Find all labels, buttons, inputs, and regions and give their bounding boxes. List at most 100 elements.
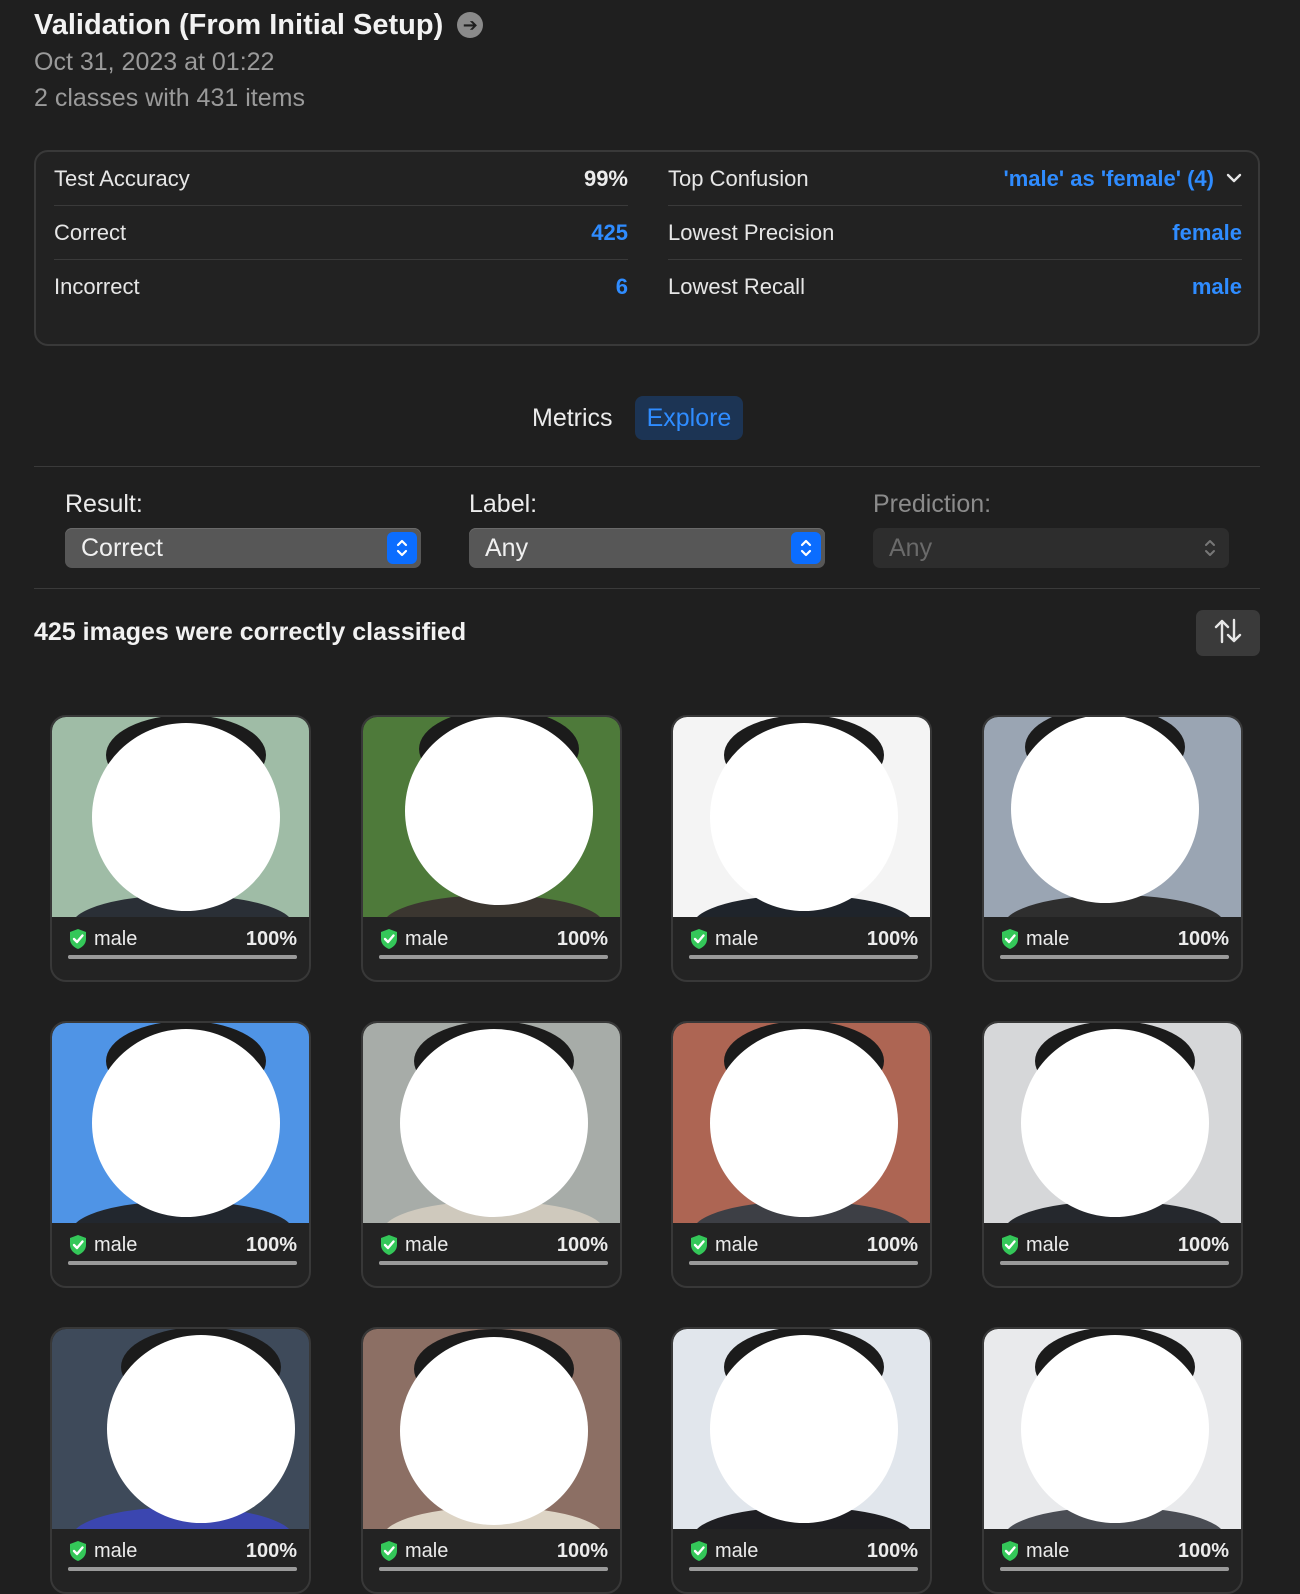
class-label: male bbox=[379, 1234, 448, 1257]
confidence-value: 100% bbox=[866, 927, 918, 950]
checkmark-shield-icon bbox=[691, 1235, 707, 1255]
chevron-down-icon[interactable] bbox=[1226, 168, 1242, 189]
result-card[interactable]: male 100% bbox=[50, 1021, 311, 1288]
card-info: male 100% bbox=[1000, 1229, 1229, 1261]
class-label: male bbox=[379, 928, 448, 951]
correct-row: Correct 425 bbox=[54, 206, 628, 260]
card-info: male 100% bbox=[379, 1229, 608, 1261]
class-label: male bbox=[689, 928, 758, 951]
confidence-bar-fill bbox=[689, 1567, 918, 1571]
result-card[interactable]: male 100% bbox=[50, 1327, 311, 1594]
lowest-recall-label: Lowest Recall bbox=[668, 274, 805, 299]
checkmark-shield-icon bbox=[1002, 1235, 1018, 1255]
top-confusion-popup[interactable]: 'male' as 'female' (4) bbox=[1004, 166, 1242, 192]
thumbnail-image bbox=[673, 1329, 930, 1529]
card-info: male 100% bbox=[1000, 923, 1229, 955]
class-name: male bbox=[1026, 1233, 1070, 1256]
class-name: male bbox=[405, 1233, 449, 1256]
confidence-value: 100% bbox=[245, 1539, 297, 1562]
result-card[interactable]: male 100% bbox=[361, 1021, 622, 1288]
class-name: male bbox=[94, 1539, 138, 1562]
result-card[interactable]: male 100% bbox=[361, 715, 622, 982]
thumbnail-image bbox=[984, 1023, 1241, 1223]
label-select[interactable]: Any bbox=[469, 528, 825, 568]
card-info: male 100% bbox=[689, 1229, 918, 1261]
incorrect-count-link[interactable]: 6 bbox=[616, 274, 628, 300]
face-redaction-circle bbox=[710, 723, 898, 911]
test-accuracy-label: Test Accuracy bbox=[54, 165, 190, 191]
divider bbox=[34, 466, 1260, 467]
result-select-value: Correct bbox=[81, 533, 163, 562]
confidence-bar-fill bbox=[379, 1567, 608, 1571]
top-confusion-value[interactable]: 'male' as 'female' (4) bbox=[1004, 166, 1214, 192]
class-label: male bbox=[379, 1540, 448, 1563]
result-select[interactable]: Correct bbox=[65, 528, 421, 568]
checkmark-shield-icon bbox=[70, 1541, 86, 1561]
class-name: male bbox=[94, 1233, 138, 1256]
class-label: male bbox=[689, 1540, 758, 1563]
confidence-value: 100% bbox=[556, 927, 608, 950]
updown-chevron-icon bbox=[387, 532, 417, 564]
page-title: Validation (From Initial Setup) bbox=[34, 8, 444, 41]
confidence-bar bbox=[1000, 1567, 1229, 1571]
prediction-filter-label: Prediction: bbox=[873, 490, 992, 518]
tab-explore[interactable]: Explore bbox=[634, 396, 744, 440]
card-info: male 100% bbox=[689, 923, 918, 955]
confidence-bar bbox=[68, 955, 297, 959]
card-info: male 100% bbox=[379, 1535, 608, 1567]
confidence-value: 100% bbox=[245, 1233, 297, 1256]
correct-label: Correct bbox=[54, 219, 127, 245]
confidence-bar-fill bbox=[68, 1567, 297, 1571]
prediction-select-value: Any bbox=[889, 533, 933, 562]
result-card[interactable]: male 100% bbox=[982, 715, 1243, 982]
class-name: male bbox=[405, 927, 449, 950]
confidence-bar-fill bbox=[379, 955, 608, 959]
header: Validation (From Initial Setup) ➔ Oct 31… bbox=[34, 6, 484, 116]
confidence-value: 100% bbox=[1177, 1539, 1229, 1562]
card-info: male 100% bbox=[1000, 1535, 1229, 1567]
lowest-recall-link[interactable]: male bbox=[1192, 274, 1242, 300]
result-card[interactable]: male 100% bbox=[671, 1327, 932, 1594]
class-label: male bbox=[68, 928, 137, 951]
result-card[interactable]: male 100% bbox=[982, 1021, 1243, 1288]
confidence-bar-fill bbox=[1000, 1567, 1229, 1571]
label-filter: Label: Any bbox=[469, 490, 825, 568]
result-card[interactable]: male 100% bbox=[671, 715, 932, 982]
confidence-bar bbox=[68, 1567, 297, 1571]
result-card[interactable]: male 100% bbox=[361, 1327, 622, 1594]
face-redaction-circle bbox=[710, 1335, 898, 1523]
confidence-bar-fill bbox=[379, 1261, 608, 1265]
correct-count-link[interactable]: 425 bbox=[591, 220, 628, 246]
card-info: male 100% bbox=[379, 923, 608, 955]
checkmark-shield-icon bbox=[691, 1541, 707, 1561]
checkmark-shield-icon bbox=[70, 929, 86, 949]
card-info: male 100% bbox=[689, 1535, 918, 1567]
thumbnail-image bbox=[984, 717, 1241, 917]
checkmark-shield-icon bbox=[381, 929, 397, 949]
updown-chevron-icon bbox=[1195, 532, 1225, 564]
card-info: male 100% bbox=[68, 923, 297, 955]
checkmark-shield-icon bbox=[381, 1235, 397, 1255]
confidence-bar bbox=[689, 1567, 918, 1571]
face-redaction-circle bbox=[92, 1029, 280, 1217]
confidence-bar bbox=[1000, 955, 1229, 959]
card-info: male 100% bbox=[68, 1535, 297, 1567]
face-redaction-circle bbox=[710, 1029, 898, 1217]
face-redaction-circle bbox=[400, 1337, 588, 1525]
top-confusion-label: Top Confusion bbox=[668, 165, 809, 191]
lowest-precision-link[interactable]: female bbox=[1172, 220, 1242, 246]
confidence-value: 100% bbox=[1177, 1233, 1229, 1256]
result-card[interactable]: male 100% bbox=[671, 1021, 932, 1288]
thumbnail-image bbox=[52, 717, 309, 917]
tab-metrics[interactable]: Metrics bbox=[520, 396, 625, 440]
go-arrow-icon[interactable]: ➔ bbox=[457, 12, 484, 38]
checkmark-shield-icon bbox=[1002, 929, 1018, 949]
result-card[interactable]: male 100% bbox=[982, 1327, 1243, 1594]
confidence-bar bbox=[379, 1261, 608, 1265]
result-card[interactable]: male 100% bbox=[50, 715, 311, 982]
sort-button[interactable] bbox=[1196, 610, 1260, 656]
test-accuracy-row: Test Accuracy 99% bbox=[54, 152, 628, 206]
confidence-bar-fill bbox=[68, 955, 297, 959]
checkmark-shield-icon bbox=[70, 1235, 86, 1255]
confidence-value: 100% bbox=[245, 927, 297, 950]
